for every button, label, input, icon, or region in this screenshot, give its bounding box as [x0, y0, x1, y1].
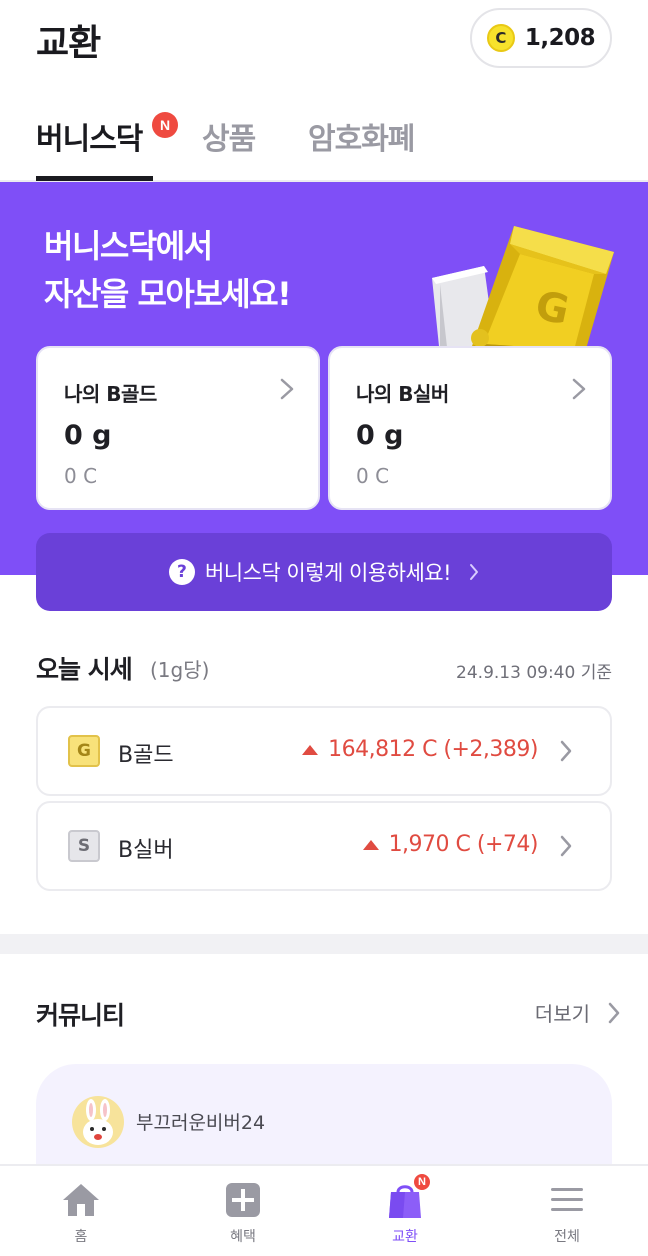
community-title: 커뮤니티: [36, 1001, 125, 1030]
silver-price: 1,970 C (+74): [362, 832, 539, 857]
chevron-right-icon[interactable]: [608, 1002, 620, 1024]
question-icon: ?: [168, 559, 195, 585]
price-value: 1,970 C (+74): [388, 832, 539, 857]
section-divider: [0, 934, 648, 954]
rates-title: 오늘 시세: [36, 655, 133, 684]
nav-exchange[interactable]: 교환: [324, 1166, 486, 1256]
asset-grams: 0 g: [64, 420, 112, 451]
rates-unit: (1g당): [150, 658, 210, 682]
tab-bar: 버니스닥 상품 암호화폐: [0, 100, 648, 182]
metal-name: B실버: [118, 838, 174, 863]
asset-coins: 0 C: [64, 464, 98, 488]
hero-title-line1: 버니스닥에서: [44, 227, 213, 265]
chevron-right-icon: [572, 378, 586, 400]
my-gold-card[interactable]: 나의 B골드 0 g 0 C: [36, 346, 320, 510]
tab-products[interactable]: 상품: [202, 114, 256, 158]
nav-label: 혜택: [230, 1229, 256, 1245]
nav-label: 전체: [554, 1229, 580, 1245]
my-silver-card[interactable]: 나의 B실버 0 g 0 C: [328, 346, 612, 510]
nav-label: 홈: [74, 1229, 88, 1245]
chevron-right-icon: [470, 564, 479, 580]
gold-price: 164,812 C (+2,389): [302, 737, 538, 762]
rates-timestamp: 24.9.13 09:40 기준: [456, 663, 612, 683]
bottom-nav: 홈 혜택 교환 전체: [0, 1164, 648, 1256]
coin-balance-button[interactable]: C 1,208: [470, 8, 612, 68]
home-icon: [63, 1184, 99, 1216]
tab-bunnysdaq[interactable]: 버니스닥: [36, 114, 143, 158]
nav-new-badge: N: [412, 1172, 432, 1192]
plus-box-icon: [226, 1183, 260, 1217]
metal-name: B골드: [118, 743, 174, 768]
usage-guide-button[interactable]: ? 버니스닥 이렇게 이용하세요!: [36, 533, 612, 611]
chevron-right-icon: [560, 835, 572, 857]
asset-label: 나의 B골드: [64, 382, 157, 406]
chevron-right-icon: [560, 740, 572, 762]
nav-label: 교환: [392, 1229, 418, 1245]
rate-row-gold[interactable]: G B골드 164,812 C (+2,389): [36, 706, 612, 796]
hero-title-line2: 자산을 모아보세요!: [44, 275, 292, 313]
more-link[interactable]: 더보기: [535, 998, 590, 1027]
up-arrow-icon: [362, 839, 379, 850]
bunny-avatar-icon: [83, 1099, 113, 1145]
asset-coins: 0 C: [356, 464, 390, 488]
gold-bar-illustration: G: [432, 226, 614, 356]
nav-benefits[interactable]: 혜택: [162, 1166, 324, 1256]
hero-title: 버니스닥에서 자산을 모아보세요!: [44, 222, 292, 318]
coin-icon: C: [486, 24, 515, 52]
active-tab-indicator: [36, 176, 153, 181]
rate-row-silver[interactable]: S B실버 1,970 C (+74): [36, 801, 612, 891]
asset-grams: 0 g: [356, 420, 404, 451]
nav-all[interactable]: 전체: [486, 1166, 648, 1256]
post-username: 부끄러운비버24: [136, 1112, 266, 1134]
header: 교환 C 1,208: [0, 0, 648, 86]
chevron-right-icon: [280, 378, 294, 400]
silver-icon: S: [68, 830, 100, 862]
page-title: 교환: [36, 23, 101, 64]
avatar: [72, 1096, 124, 1148]
menu-icon: [551, 1188, 583, 1211]
new-badge: N: [152, 112, 178, 138]
nav-home[interactable]: 홈: [0, 1166, 162, 1256]
usage-guide-label: 버니스닥 이렇게 이용하세요!: [204, 561, 452, 585]
asset-label: 나의 B실버: [356, 382, 449, 406]
gold-icon: G: [68, 735, 100, 767]
coin-balance: 1,208: [524, 25, 596, 51]
up-arrow-icon: [302, 744, 319, 755]
tab-crypto[interactable]: 암호화폐: [308, 114, 415, 158]
price-value: 164,812 C (+2,389): [328, 737, 538, 762]
